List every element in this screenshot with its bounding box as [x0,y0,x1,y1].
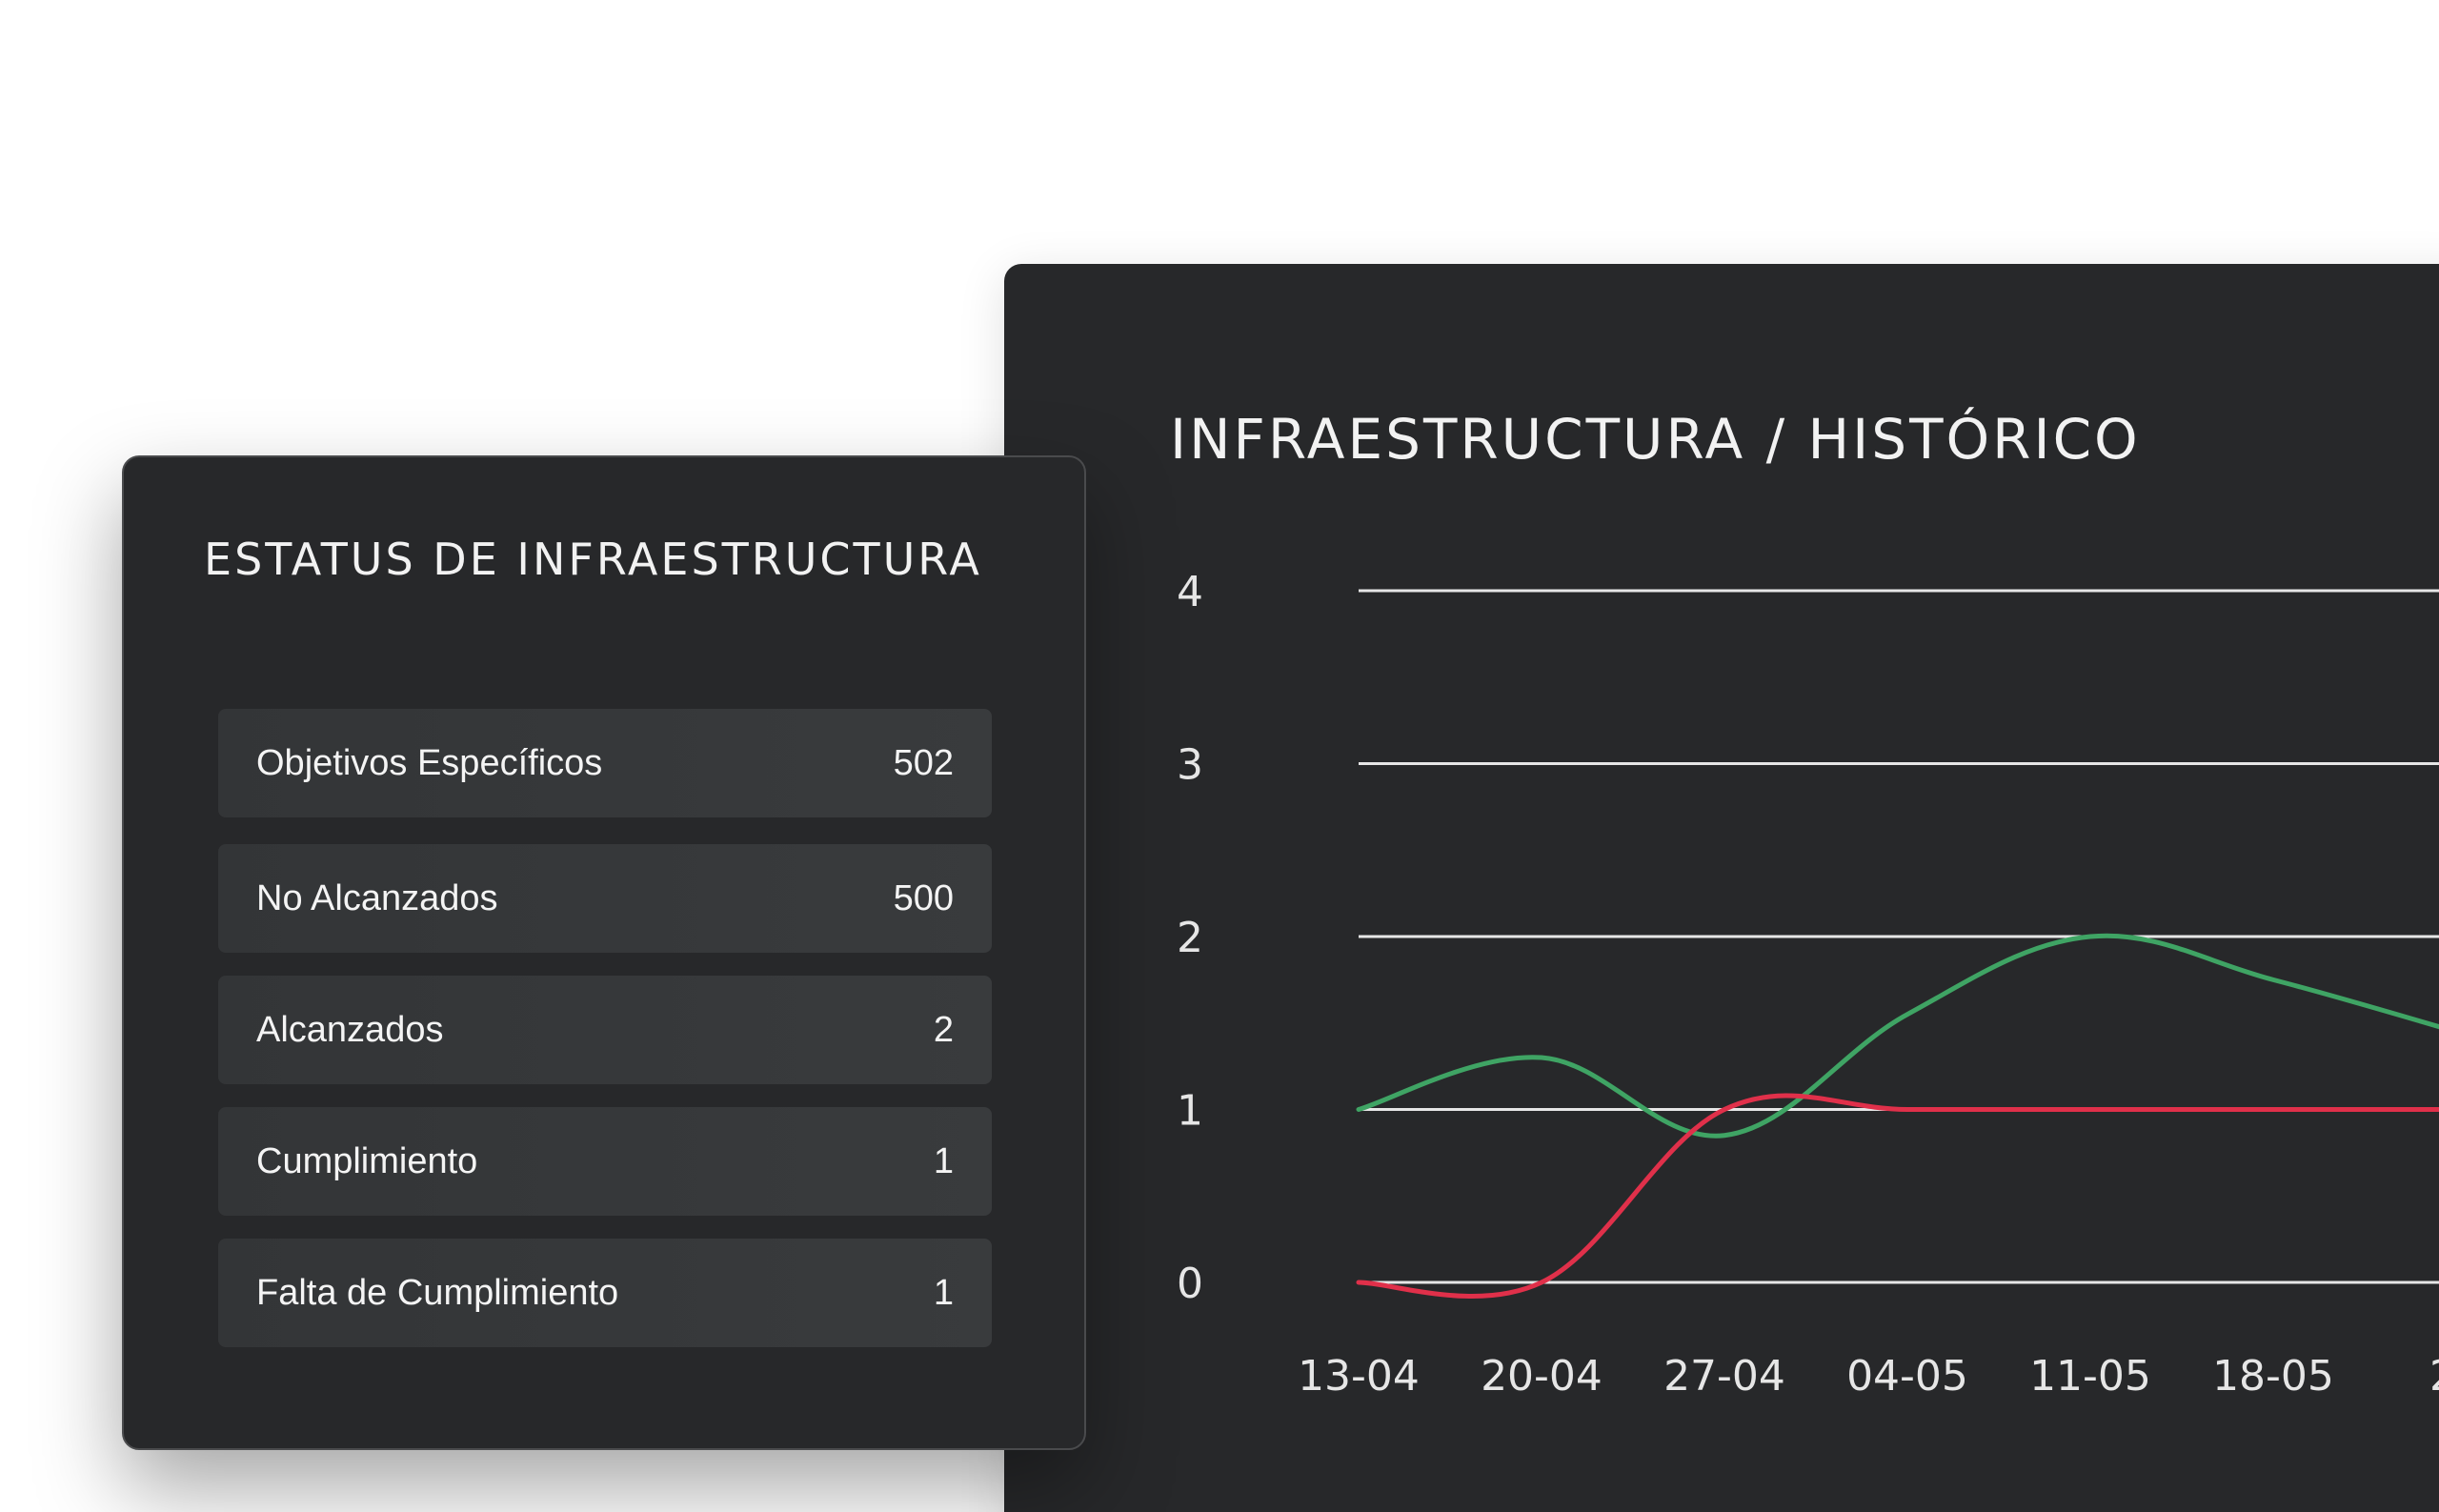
y-tick-label: 1 [1177,1087,1203,1136]
status-row-cumplimiento: Cumplimiento 1 [218,1107,992,1216]
y-tick-label: 2 [1177,914,1203,962]
y-tick-label: 4 [1177,568,1203,616]
history-chart-card: INFRAESTRUCTURA / HISTÓRICO 01234 13-04 2… [1004,264,2439,1512]
status-row-value: 1 [933,1140,954,1181]
status-row-value: 2 [933,1009,954,1050]
status-row-alcanzados: Alcanzados 2 [218,976,992,1084]
status-row-label: Objetivos Específicos [256,742,603,783]
chart-x-axis: 13-04 20-04 27-04 04-05 11-05 18-05 25 [1298,1352,2439,1401]
x-tick-label: 25 [2429,1352,2439,1401]
x-tick-label: 04-05 [1846,1352,1968,1401]
x-tick-label: 13-04 [1298,1352,1420,1401]
x-tick-label: 20-04 [1481,1352,1602,1401]
status-row-value: 500 [893,877,954,918]
status-row-no-alcanzados: No Alcanzados 500 [218,844,992,953]
status-row-objetivos-especificos: Objetivos Específicos 502 [218,709,992,817]
status-row-label: Alcanzados [256,1009,444,1050]
history-line-chart: 0 1 2 3 4 13-04 20-04 27-04 04-05 11-05 18-05 25 [1177,568,2439,1401]
chart-y-axis: 0 1 2 3 4 [1177,568,1203,1308]
status-row-value: 1 [933,1272,954,1313]
y-tick-label: 3 [1177,741,1203,790]
status-row-value: 502 [893,742,954,783]
chart-grid [1359,589,2439,1284]
status-row-label: Cumplimiento [256,1140,478,1181]
stage: INFRAESTRUCTURA / HISTÓRICO 01234 13-04 2… [0,0,2439,1512]
series-line-1 [1356,933,2439,1139]
series-line-2 [1356,1093,2439,1300]
x-tick-label: 27-04 [1663,1352,1785,1401]
status-row-label: No Alcanzados [256,877,498,918]
x-tick-label: 11-05 [2029,1352,2151,1401]
y-tick-label: 0 [1177,1260,1203,1308]
status-row-label: Falta de Cumplimiento [256,1272,619,1313]
chart-series [1356,933,2439,1300]
status-card-title: ESTATUS DE INFRAESTRUCTURA [204,534,982,585]
status-row-falta-de-cumplimiento: Falta de Cumplimiento 1 [218,1239,992,1347]
x-tick-label: 18-05 [2212,1352,2334,1401]
infrastructure-status-card: ESTATUS DE INFRAESTRUCTURA Objetivos Esp… [122,455,1086,1450]
